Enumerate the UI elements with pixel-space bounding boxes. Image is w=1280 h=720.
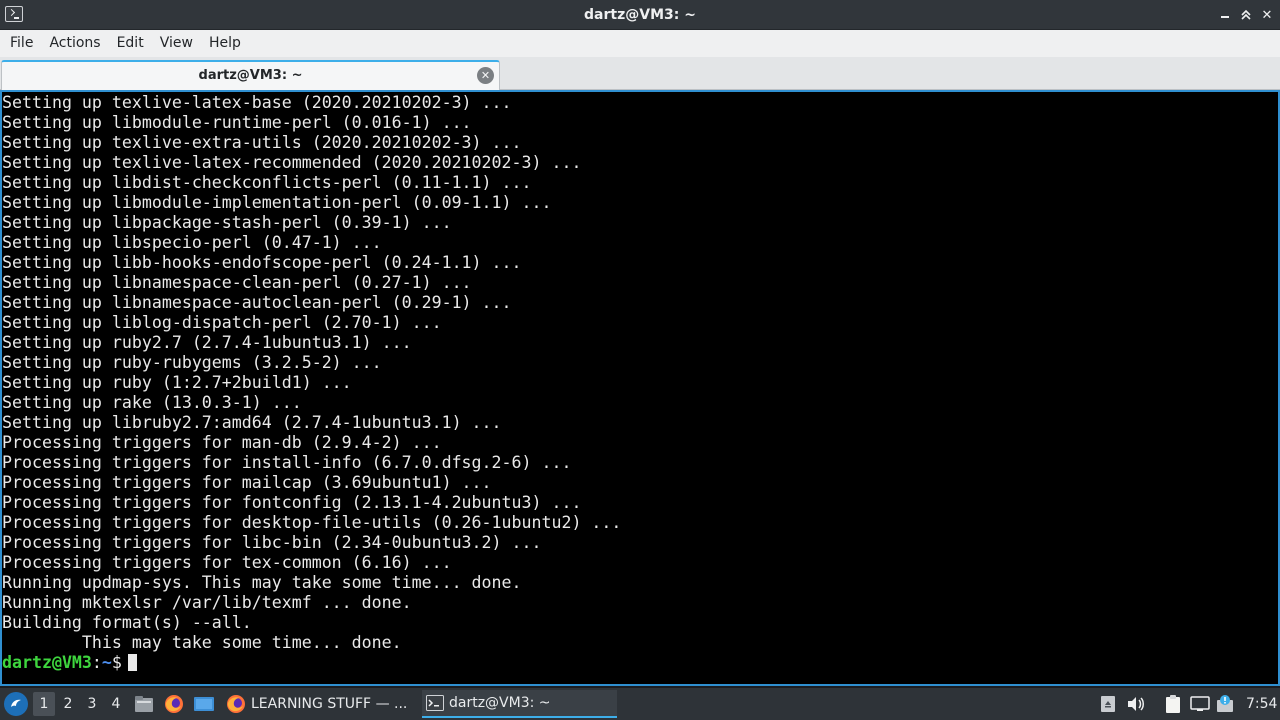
update-notifier-icon	[1217, 695, 1233, 712]
terminal-line: Setting up libnamespace-autoclean-perl (…	[2, 293, 512, 312]
terminal-line: Setting up libb-hooks-endofscope-perl (0…	[2, 253, 522, 272]
terminal-line: Processing triggers for man-db (2.9.4-2)…	[2, 433, 442, 452]
terminal-line: Setting up liblog-dispatch-perl (2.70-1)…	[2, 313, 442, 332]
clipboard-icon	[1166, 695, 1180, 713]
task-terminal[interactable]: dartz@VM3: ~	[422, 690, 617, 718]
terminal-lines: Setting up texlive-latex-base (2020.2021…	[2, 93, 1278, 653]
terminal-line: Setting up libruby2.7:amd64 (2.7.4-1ubun…	[2, 413, 502, 432]
firefox-launcher[interactable]	[163, 693, 185, 715]
window-title: dartz@VM3: ~	[584, 7, 696, 23]
terminal-line: Processing triggers for fontconfig (2.13…	[2, 493, 582, 512]
terminal-line: Processing triggers for install-info (6.…	[2, 453, 572, 472]
menubar: File Actions Edit View Help	[0, 30, 1280, 57]
prompt-path: ~	[101, 653, 112, 672]
terminal-line: Setting up libmodule-implementation-perl…	[2, 193, 552, 212]
terminal-line: Processing triggers for tex-common (6.16…	[2, 553, 452, 572]
network-icon	[1190, 696, 1210, 711]
prompt-user-host: dartz@VM3	[2, 653, 92, 672]
volume-button[interactable]	[1126, 694, 1146, 714]
terminal-line: Setting up libmodule-runtime-perl (0.016…	[2, 113, 472, 132]
terminal-line: Processing triggers for mailcap (3.69ubu…	[2, 473, 492, 492]
desktop-2[interactable]: 2	[57, 692, 79, 716]
terminal-line: Setting up ruby2.7 (2.7.4-1ubuntu3.1) ..…	[2, 333, 412, 352]
clock[interactable]: 7:54	[1246, 688, 1277, 720]
terminal-line: Setting up libpackage-stash-perl (0.39-1…	[2, 213, 452, 232]
terminal-line: Running updmap-sys. This may take some t…	[2, 573, 522, 592]
menu-file[interactable]: File	[2, 30, 41, 57]
volume-icon	[1128, 697, 1144, 711]
firefox-task-icon	[226, 694, 246, 714]
terminal-line: Setting up libspecio-perl (0.47-1) ...	[2, 233, 382, 252]
terminal-line: Processing triggers for libc-bin (2.34-0…	[2, 533, 542, 552]
terminal-task-icon	[426, 695, 444, 711]
desktop-3[interactable]: 3	[81, 692, 103, 716]
desktop-1[interactable]: 1	[33, 692, 55, 716]
terminal-line: This may take some time... done.	[2, 633, 402, 652]
start-menu-button[interactable]	[4, 692, 28, 716]
minimize-icon	[1221, 16, 1229, 18]
task-label: LEARNING STUFF — ...	[251, 696, 408, 712]
file-manager-icon	[135, 696, 153, 712]
tab-terminal[interactable]: dartz@VM3: ~ ✕	[1, 60, 500, 90]
maximize-icon	[1241, 9, 1251, 20]
menu-actions[interactable]: Actions	[41, 30, 108, 57]
terminal-line: Setting up texlive-latex-recommended (20…	[2, 153, 582, 172]
update-notifier-button[interactable]	[1215, 694, 1235, 714]
prompt-symbol: $	[111, 653, 122, 672]
terminal-line: Setting up texlive-latex-base (2020.2021…	[2, 93, 512, 112]
maximize-button[interactable]	[1236, 5, 1256, 25]
show-desktop-icon	[194, 697, 214, 711]
menu-view[interactable]: View	[152, 30, 201, 57]
desktop-4[interactable]: 4	[105, 692, 127, 716]
terminal-line: Setting up rake (13.0.3-1) ...	[2, 393, 302, 412]
close-button[interactable]: ✕	[1257, 5, 1277, 25]
removable-media-icon	[1101, 696, 1115, 712]
terminal-line: Setting up ruby (1:2.7+2build1) ...	[2, 373, 352, 392]
terminal-line: Running mktexlsr /var/lib/texmf ... done…	[2, 593, 412, 612]
terminal-line: Processing triggers for desktop-file-uti…	[2, 513, 622, 532]
tab-label: dartz@VM3: ~	[198, 68, 303, 83]
terminal-prompt-line[interactable]: dartz@VM3:~$	[2, 653, 1278, 673]
task-firefox[interactable]: LEARNING STUFF — ...	[222, 690, 412, 718]
prompt-separator: :	[91, 653, 102, 672]
terminal-line: Setting up texlive-extra-utils (2020.202…	[2, 133, 522, 152]
close-icon: ✕	[1261, 7, 1273, 23]
file-manager-launcher[interactable]	[133, 693, 155, 715]
firefox-icon	[165, 695, 183, 713]
window-titlebar[interactable]: dartz@VM3: ~ ✕	[0, 0, 1280, 30]
terminal-line: Building format(s) --all.	[2, 613, 252, 632]
terminal-output[interactable]: Setting up texlive-latex-base (2020.2021…	[0, 90, 1280, 686]
terminal-line: Setting up libdist-checkconflicts-perl (…	[2, 173, 532, 192]
start-menu-icon	[11, 699, 21, 707]
minimize-button[interactable]	[1215, 5, 1235, 25]
show-desktop-launcher[interactable]	[193, 693, 215, 715]
removable-media-button[interactable]	[1098, 694, 1118, 714]
menu-help[interactable]: Help	[201, 30, 249, 57]
tab-bar: dartz@VM3: ~ ✕	[0, 57, 1280, 90]
terminal-line: Setting up libnamespace-clean-perl (0.27…	[2, 273, 472, 292]
terminal-line: Setting up ruby-rubygems (3.2.5-2) ...	[2, 353, 382, 372]
menu-edit[interactable]: Edit	[109, 30, 152, 57]
clipboard-button[interactable]	[1163, 694, 1183, 714]
network-button[interactable]	[1190, 694, 1210, 714]
taskbar: 1 2 3 4 LEARNING STUFF — ... dartz@VM3: …	[0, 688, 1280, 720]
text-cursor	[127, 654, 137, 671]
task-label: dartz@VM3: ~	[449, 695, 551, 711]
tab-close-icon[interactable]: ✕	[477, 67, 494, 84]
